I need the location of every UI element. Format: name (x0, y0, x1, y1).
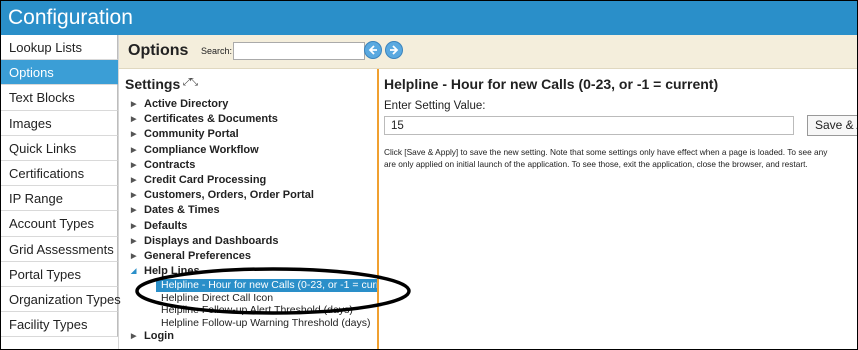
save-apply-button[interactable]: Save & Apply (807, 115, 857, 136)
chevron-right-icon: ▶ (131, 176, 137, 184)
sidebar-item-portal-types[interactable]: Portal Types (1, 261, 118, 287)
sidebar-item-ip-range[interactable]: IP Range (1, 186, 118, 212)
chevron-right-icon: ▶ (131, 116, 137, 124)
tree-category[interactable]: ▶ Credit Card Processing (119, 173, 377, 188)
chevron-right-icon: ▶ (131, 207, 137, 215)
tree-category[interactable]: ▶ Displays and Dashboards (119, 234, 377, 249)
chevron-right-icon: ▶ (131, 161, 137, 169)
chevron-right-icon: ▶ (131, 131, 137, 139)
setting-detail: Helpline - Hour for new Calls (0-23, or … (379, 69, 857, 349)
app-window: Configuration Lookup Lists Options Text … (0, 0, 858, 350)
sidebar-item-quick-links[interactable]: Quick Links (1, 135, 118, 161)
search-input[interactable] (233, 42, 365, 60)
chevron-right-icon: ▶ (131, 192, 137, 200)
setting-value-input[interactable]: 15 (384, 116, 794, 135)
help-text-line: are only applied on initial launch of th… (384, 159, 808, 169)
sidebar-item-images[interactable]: Images (1, 110, 118, 136)
help-text: Click [Save & Apply] to save the new set… (384, 146, 857, 170)
tree-item[interactable]: Helpline Direct Call Icon (119, 292, 377, 305)
options-toolbar: Options Search: (119, 35, 857, 69)
expand-collapse-icon[interactable]: ⤢⤡ (183, 77, 198, 88)
tree-category[interactable]: ▶ Compliance Workflow (119, 143, 377, 158)
arrow-left-icon (368, 45, 377, 55)
tree-category[interactable]: ▶ Login (119, 329, 377, 344)
tree-category[interactable]: ▶ Dates & Times (119, 203, 377, 218)
tree-category[interactable]: ▶ Customers, Orders, Order Portal (119, 188, 377, 203)
tree-item[interactable]: Helpline Follow-up Alert Threshold (days… (119, 304, 377, 317)
sidebar-item-options[interactable]: Options (1, 60, 118, 86)
settings-title: Settings (125, 76, 181, 92)
chevron-down-icon: ◢ (131, 268, 137, 276)
sidebar-item-account-types[interactable]: Account Types (1, 211, 118, 237)
sidebar-item-grid-assessments[interactable]: Grid Assessments (1, 236, 118, 262)
settings-panel: Settings ⤢⤡ ▶ Active Directory ▶ Certifica… (119, 69, 377, 349)
chevron-right-icon: ▶ (131, 237, 137, 245)
tree-item-selected[interactable]: Helpline - Hour for new Calls (0-23, or … (156, 279, 377, 292)
sidebar-item-organization-types[interactable]: Organization Types (1, 286, 121, 313)
search-label: Search: (201, 46, 233, 56)
tree-item[interactable]: Helpline Follow-up Warning Threshold (da… (119, 317, 377, 330)
sidebar-item-lookup-lists[interactable]: Lookup Lists (1, 35, 118, 61)
chevron-right-icon: ▶ (131, 101, 137, 108)
tree-category[interactable]: ▶ Certificates & Documents (119, 112, 377, 127)
tree-category-help-lines[interactable]: ◢ Help Lines (119, 264, 377, 279)
value-label: Enter Setting Value: (384, 100, 486, 112)
sidebar-item-facility-types[interactable]: Facility Types (1, 312, 118, 338)
settings-tree: ▶ Active Directory ▶ Certificates & Docume… (119, 97, 377, 344)
chevron-right-icon: ▶ (131, 252, 137, 260)
chevron-right-icon: ▶ (131, 146, 137, 154)
setting-title: Helpline - Hour for new Calls (0-23, or … (384, 76, 719, 92)
back-button[interactable] (364, 41, 382, 59)
app-title: Configuration (1, 1, 857, 35)
chevron-right-icon: ▶ (131, 333, 137, 341)
page-title: Options (128, 42, 189, 59)
tree-category[interactable]: ▶ Defaults (119, 219, 377, 234)
tree-category[interactable]: ▶ Active Directory (119, 97, 377, 112)
forward-button[interactable] (385, 41, 403, 59)
sidebar: Lookup Lists Options Text Blocks Images … (1, 35, 121, 349)
tree-category[interactable]: ▶ General Preferences (119, 249, 377, 264)
arrow-right-icon (390, 45, 399, 55)
help-text-line: Click [Save & Apply] to save the new set… (384, 147, 828, 157)
tree-category[interactable]: ▶ Contracts (119, 158, 377, 173)
sidebar-item-text-blocks[interactable]: Text Blocks (1, 85, 118, 111)
chevron-right-icon: ▶ (131, 222, 137, 230)
sidebar-item-certifications[interactable]: Certifications (1, 160, 118, 187)
tree-category[interactable]: ▶ Community Portal (119, 127, 377, 142)
